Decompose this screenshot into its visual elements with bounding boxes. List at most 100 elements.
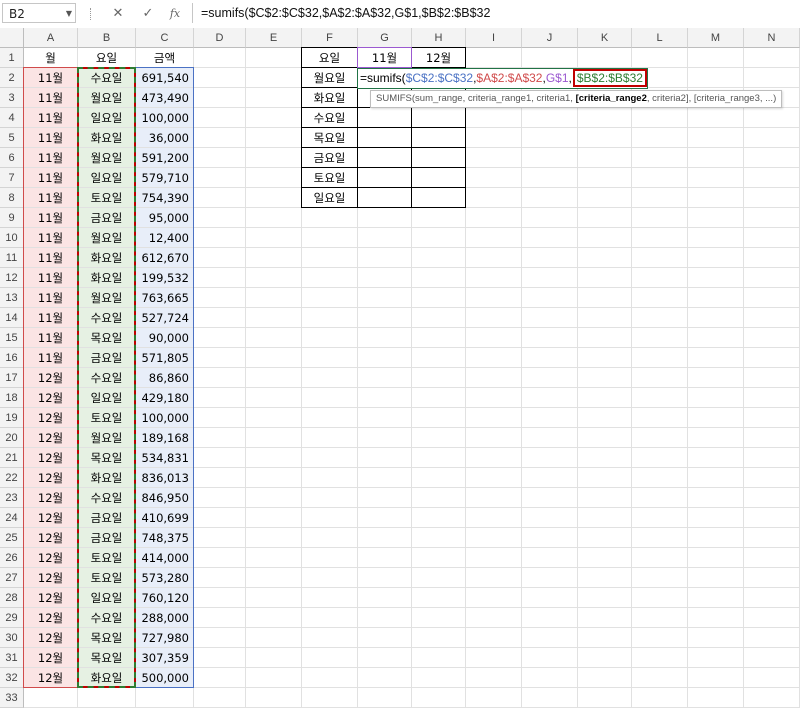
amount-cell[interactable]: 288,000: [136, 608, 194, 628]
row-header-26[interactable]: 26: [0, 548, 24, 568]
grid-cell[interactable]: [522, 648, 578, 668]
grid-cell[interactable]: [412, 388, 466, 408]
amount-cell[interactable]: 473,490: [136, 88, 194, 108]
grid-cell[interactable]: [246, 268, 302, 288]
day-cell[interactable]: 목요일: [78, 328, 136, 348]
summary-value-12[interactable]: [412, 168, 466, 188]
grid-cell[interactable]: [632, 248, 688, 268]
grid-cell[interactable]: [744, 108, 800, 128]
amount-cell[interactable]: 748,375: [136, 528, 194, 548]
grid-cell[interactable]: [522, 588, 578, 608]
grid-cell[interactable]: [302, 268, 358, 288]
month-cell[interactable]: 11월: [24, 228, 78, 248]
grid-cell[interactable]: [688, 308, 744, 328]
row-header-5[interactable]: 5: [0, 128, 24, 148]
grid-cell[interactable]: [358, 328, 412, 348]
grid-cell[interactable]: [358, 268, 412, 288]
grid-cell[interactable]: [194, 488, 246, 508]
amount-cell[interactable]: 591,200: [136, 148, 194, 168]
grid-cell[interactable]: [632, 428, 688, 448]
grid-cell[interactable]: [194, 228, 246, 248]
grid-cell[interactable]: [302, 228, 358, 248]
grid-cell[interactable]: [194, 268, 246, 288]
day-cell[interactable]: 일요일: [78, 108, 136, 128]
grid-cell[interactable]: [578, 488, 632, 508]
grid-cell[interactable]: [246, 48, 302, 68]
row-header-29[interactable]: 29: [0, 608, 24, 628]
grid-cell[interactable]: [302, 248, 358, 268]
row-header-24[interactable]: 24: [0, 508, 24, 528]
row-header-2[interactable]: 2: [0, 68, 24, 88]
grid-cell[interactable]: [688, 188, 744, 208]
grid-cell[interactable]: [302, 368, 358, 388]
row-header-12[interactable]: 12: [0, 268, 24, 288]
grid-cell[interactable]: [24, 688, 78, 708]
grid-cell[interactable]: [136, 688, 194, 708]
row-header-20[interactable]: 20: [0, 428, 24, 448]
grid-cell[interactable]: [194, 648, 246, 668]
grid-cell[interactable]: [412, 548, 466, 568]
row-header-25[interactable]: 25: [0, 528, 24, 548]
day-cell[interactable]: 월요일: [78, 288, 136, 308]
column-header-G[interactable]: G: [358, 28, 412, 48]
grid-cell[interactable]: [246, 568, 302, 588]
month-cell[interactable]: 11월: [24, 128, 78, 148]
grid-cell[interactable]: [744, 188, 800, 208]
grid-cell[interactable]: [194, 408, 246, 428]
grid-cell[interactable]: [466, 308, 522, 328]
grid-cell[interactable]: [632, 448, 688, 468]
summary-header-cell[interactable]: 12월: [412, 48, 466, 68]
grid-cell[interactable]: [194, 188, 246, 208]
select-all-corner[interactable]: [0, 28, 24, 48]
grid-cell[interactable]: [688, 588, 744, 608]
grid-cell[interactable]: [358, 208, 412, 228]
grid-cell[interactable]: [578, 608, 632, 628]
grid-cell[interactable]: [358, 688, 412, 708]
grid-cell[interactable]: [194, 308, 246, 328]
grid-cell[interactable]: [744, 608, 800, 628]
grid-cell[interactable]: [578, 448, 632, 468]
day-cell[interactable]: 일요일: [78, 588, 136, 608]
grid-cell[interactable]: [194, 248, 246, 268]
grid-cell[interactable]: [246, 248, 302, 268]
grid-cell[interactable]: [194, 288, 246, 308]
day-cell[interactable]: 금요일: [78, 528, 136, 548]
grid-cell[interactable]: [578, 228, 632, 248]
amount-cell[interactable]: 527,724: [136, 308, 194, 328]
grid-cell[interactable]: [412, 248, 466, 268]
grid-cell[interactable]: [632, 308, 688, 328]
grid-cell[interactable]: [688, 408, 744, 428]
grid-cell[interactable]: [302, 628, 358, 648]
grid-cell[interactable]: [302, 468, 358, 488]
grid-cell[interactable]: [246, 348, 302, 368]
grid-cell[interactable]: [632, 628, 688, 648]
grid-cell[interactable]: [358, 308, 412, 328]
amount-cell[interactable]: 760,120: [136, 588, 194, 608]
grid-cell[interactable]: [632, 148, 688, 168]
grid-cell[interactable]: [522, 368, 578, 388]
column-header-I[interactable]: I: [466, 28, 522, 48]
grid-cell[interactable]: [302, 308, 358, 328]
grid-cell[interactable]: [412, 608, 466, 628]
grid-cell[interactable]: [302, 328, 358, 348]
amount-cell[interactable]: 500,000: [136, 668, 194, 688]
summary-value-12[interactable]: [412, 108, 466, 128]
grid-cell[interactable]: [632, 668, 688, 688]
grid-cell[interactable]: [194, 508, 246, 528]
grid-cell[interactable]: [632, 388, 688, 408]
grid-cell[interactable]: [246, 388, 302, 408]
amount-cell[interactable]: 410,699: [136, 508, 194, 528]
month-cell[interactable]: 11월: [24, 268, 78, 288]
grid-cell[interactable]: [744, 328, 800, 348]
grid-cell[interactable]: [632, 528, 688, 548]
grid-cell[interactable]: [688, 68, 744, 88]
grid-cell[interactable]: [688, 688, 744, 708]
grid-cell[interactable]: [466, 428, 522, 448]
grid-cell[interactable]: [246, 308, 302, 328]
grid-cell[interactable]: [744, 408, 800, 428]
grid-cell[interactable]: [466, 668, 522, 688]
day-cell[interactable]: 화요일: [78, 128, 136, 148]
summary-header-cell[interactable]: 요일: [302, 48, 358, 68]
row-header-31[interactable]: 31: [0, 648, 24, 668]
month-cell[interactable]: 11월: [24, 88, 78, 108]
